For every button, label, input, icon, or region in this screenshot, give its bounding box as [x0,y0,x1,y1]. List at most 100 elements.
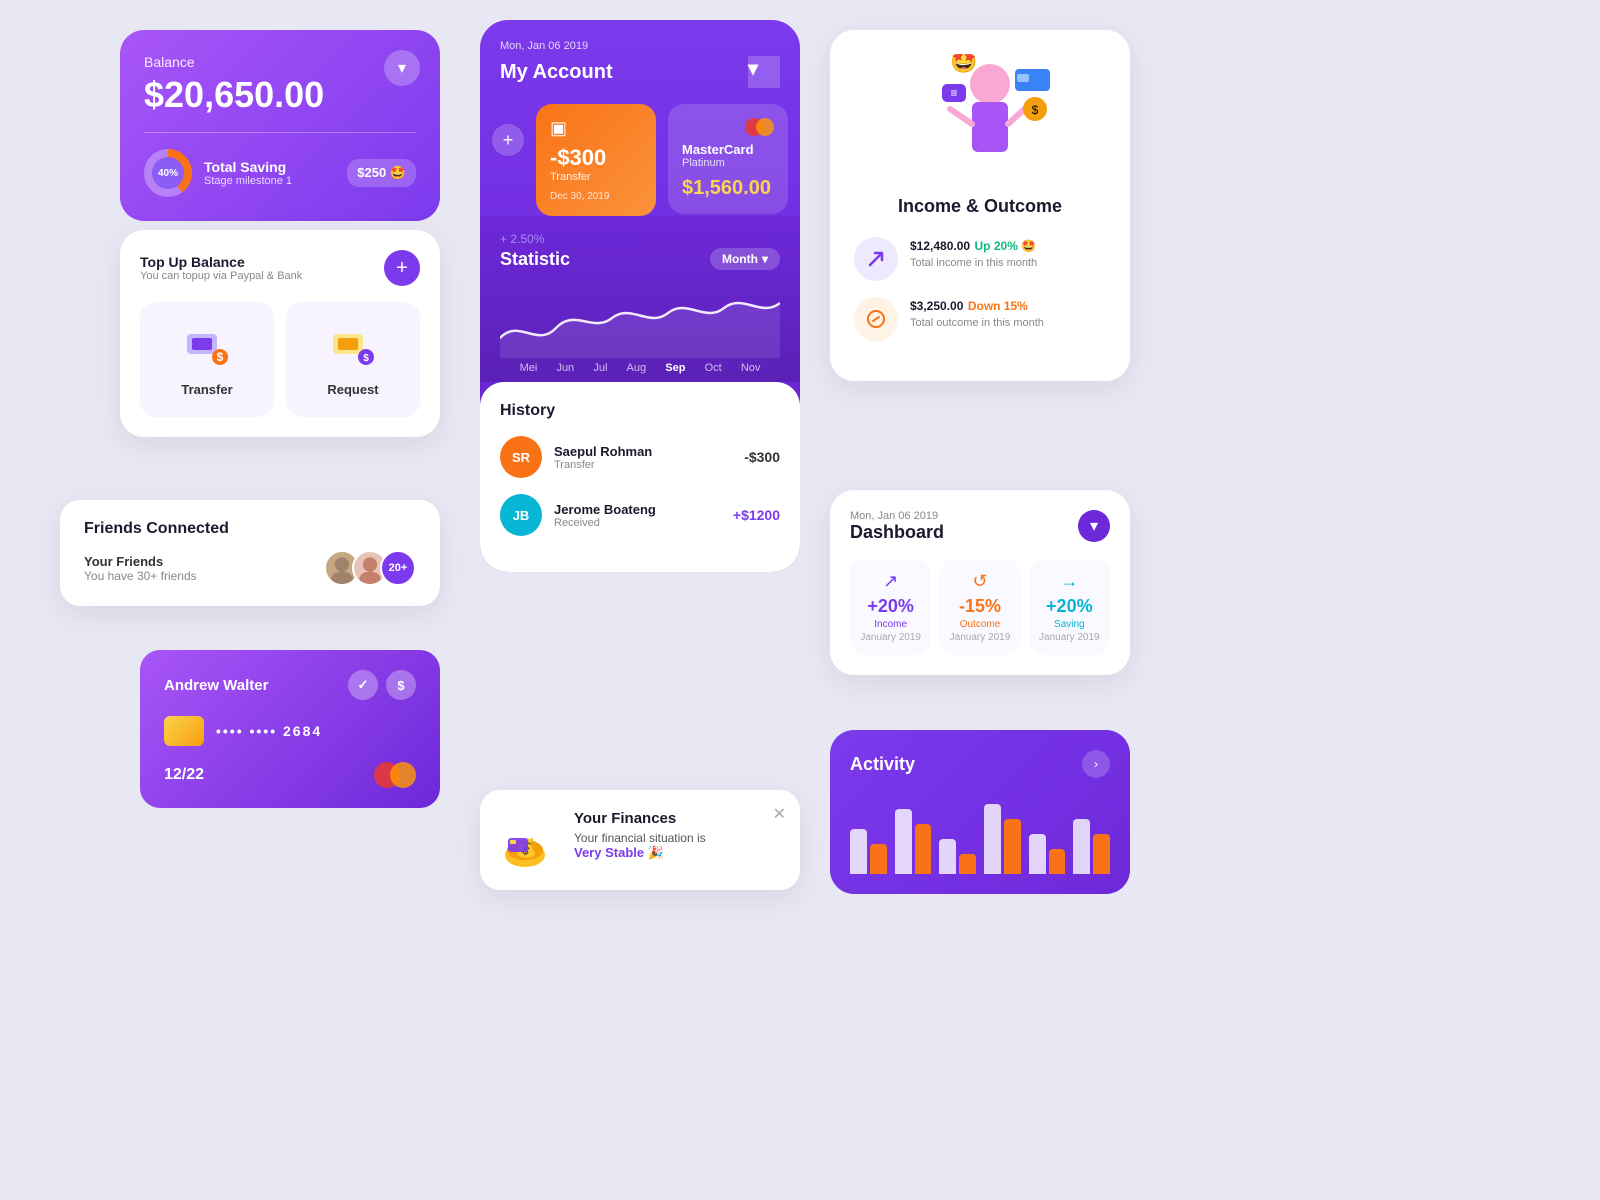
friends-card: Friends Connected Your Friends You have … [60,500,440,606]
card-icon: ▣ [550,118,642,139]
history-item-2: JB Jerome Boateng Received +$1200 [500,494,780,536]
dollar-icon: $ [386,670,416,700]
transfer-label: Transfer [156,382,258,397]
income-row: $12,480.00 Up 20% 🤩 Total income in this… [854,237,1106,281]
bar-white-6 [1073,819,1090,874]
saving-stat-label: Saving [1039,619,1100,630]
bar-white-5 [1029,834,1046,874]
income-stat-label: Income [860,619,921,630]
outcome-stat-value: -15% [949,596,1010,617]
svg-text:$: $ [363,353,369,364]
chevron-button[interactable]: ▾ [384,50,420,86]
finances-icon: 💰 [500,810,560,870]
chip-icon [164,716,204,746]
bar-orange-2 [915,824,932,874]
bar-orange-3 [959,854,976,874]
bar-orange-6 [1093,834,1110,874]
bar-orange-4 [1004,819,1021,874]
account-card: Mon, Jan 06 2019 My Account ▾ + ▣ -$300 … [480,20,800,572]
transfer-item[interactable]: $ Transfer [140,302,274,417]
saving-donut: 40% [144,149,192,197]
income-stat-month: January 2019 [860,632,921,643]
income-title: Income & Outcome [854,196,1106,217]
account-date: Mon, Jan 06 2019 [500,40,780,52]
dashboard-chevron[interactable]: ▾ [1078,510,1110,542]
transfer-date: Dec 30, 2019 [550,191,642,202]
history-name-2: Jerome Boateng [554,502,721,517]
history-type-1: Transfer [554,459,732,471]
stat-title: Statistic Month ▾ [500,248,780,270]
activity-title: Activity [850,754,915,775]
bar-white-4 [984,804,1001,874]
svg-text:$: $ [1032,103,1039,117]
request-icon: $ [328,322,378,372]
mastercard-amount: $1,560.00 [682,177,774,200]
request-label: Request [302,382,404,397]
income-card: $ ≡ 🤩 Income & Outcome $12,480.00 Up 20%… [830,30,1130,381]
activity-chevron[interactable]: › [1082,750,1110,778]
topup-card: Top Up Balance You can topup via Paypal … [120,230,440,437]
month-button[interactable]: Month ▾ [710,248,780,270]
income-label: Total income in this month [910,257,1037,269]
bar-group-3 [939,839,976,874]
bar-white-2 [895,809,912,874]
income-arrow-icon [854,237,898,281]
friends-label: Your Friends [84,554,197,569]
friends-count: 20+ [380,550,416,586]
saving-sub: Stage milestone 1 [204,175,335,187]
bar-white-1 [850,829,867,874]
svg-text:≡: ≡ [950,86,957,100]
mc-logo-small [745,118,774,136]
stat-pct: + 2.50% [500,232,780,246]
svg-text:$: $ [217,350,224,364]
finances-sub: Your financial situation is [574,831,706,845]
activity-header: Activity › [850,750,1110,778]
outcome-stat-month: January 2019 [949,632,1010,643]
history-name-1: Saepul Rohman [554,444,732,459]
topup-title: Top Up Balance [140,254,302,270]
add-account-button[interactable]: + [492,124,524,156]
saving-title: Total Saving [204,159,335,175]
transfer-icon: $ [182,322,232,372]
bar-group-5 [1029,834,1066,874]
bar-group-1 [850,829,887,874]
card-number: •••• •••• 2684 [216,723,322,739]
mastercard-type: Platinum [682,157,774,169]
income-stat-value: +20% [860,596,921,617]
history-section: History SR Saepul Rohman Transfer -$300 … [480,382,800,572]
mastercard-name: MasterCard [682,142,774,157]
saving-stat-icon: → [1039,571,1100,592]
account-title: My Account ▾ [500,56,780,88]
outcome-amount: $3,250.00 Down 15% [910,297,1044,315]
plus-button[interactable]: + [384,250,420,286]
finances-close-button[interactable]: ✕ [773,804,786,824]
saving-stat-month: January 2019 [1039,632,1100,643]
bar-orange-1 [870,844,887,874]
activity-card: Activity › [830,730,1130,894]
request-item[interactable]: $ Request [286,302,420,417]
svg-text:🤩: 🤩 [950,54,977,74]
transfer-card: ▣ -$300 Transfer Dec 30, 2019 [536,104,656,216]
mastercard-card: MasterCard Platinum $1,560.00 [668,104,788,214]
finances-status: Very Stable 🎉 [574,845,706,861]
credit-card: Andrew Walter ✓ $ •••• •••• 2684 12/22 [140,650,440,808]
history-type-2: Received [554,517,721,529]
history-item-1: SR Saepul Rohman Transfer -$300 [500,436,780,478]
dashboard-header: Mon, Jan 06 2019 Dashboard ▾ [850,510,1110,543]
dashboard-stats: ↗ +20% Income January 2019 ↺ -15% Outcom… [850,559,1110,655]
balance-amount: $20,650.00 [144,74,416,116]
history-avatar-sr: SR [500,436,542,478]
balance-label: Balance [144,54,416,70]
account-chevron[interactable]: ▾ [748,56,780,88]
bar-orange-5 [1049,849,1066,874]
mastercard-logo [374,762,416,788]
finances-title: Your Finances [574,810,706,827]
stat-outcome: ↺ -15% Outcome January 2019 [939,559,1020,655]
check-icon: ✓ [348,670,378,700]
income-amount: $12,480.00 Up 20% 🤩 [910,237,1037,255]
bar-group-6 [1073,819,1110,874]
outcome-label: Total outcome in this month [910,317,1044,329]
history-title: History [500,402,780,420]
bar-white-3 [939,839,956,874]
balance-card: Balance $20,650.00 ▾ 40% Total Saving St… [120,30,440,221]
